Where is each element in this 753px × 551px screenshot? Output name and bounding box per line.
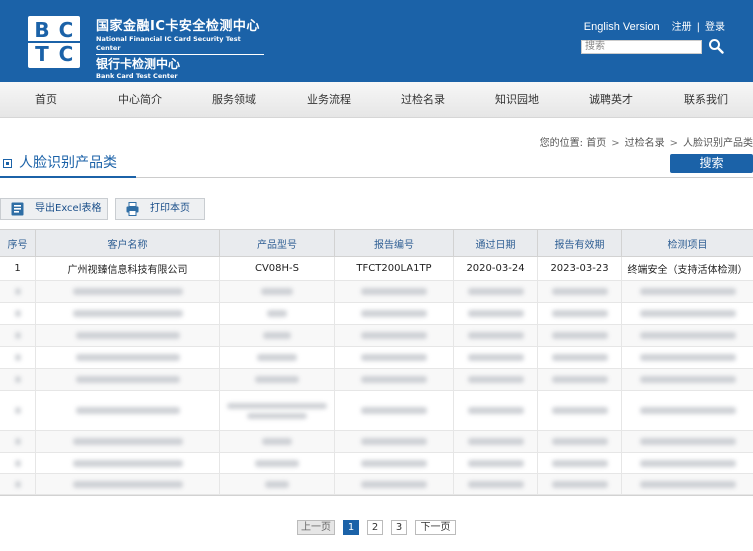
breadcrumb-separator: > (669, 138, 678, 149)
top-links: English Version 注册 | 登录 (584, 18, 725, 33)
print-icon (126, 202, 139, 216)
logo-divider (28, 41, 80, 43)
table-row-redacted (0, 474, 753, 495)
export-excel-label: 导出Excel表格 (35, 203, 102, 214)
logo-letter: B (34, 18, 50, 42)
org-name: 国家金融IC卡安全检测中心 National Financial IC Card… (96, 19, 264, 80)
logo-letter: C (58, 42, 74, 66)
search-icon[interactable] (708, 38, 724, 54)
page-title: 人脸识别产品类 (19, 155, 117, 171)
page-1-button[interactable]: 1 (343, 520, 359, 535)
center-name-cn: 银行卡检测中心 (96, 57, 181, 71)
login-link[interactable]: 登录 (705, 22, 725, 33)
breadcrumb-item-home[interactable]: 首页 (586, 138, 606, 149)
section-bullet-icon (3, 159, 12, 168)
nav-item-services[interactable]: 服务领域 (194, 82, 274, 118)
table-header-row: 序号 客户名称 产品型号 报告编号 通过日期 报告有效期 检测项目 (0, 229, 753, 257)
cell-pass-date: 2020-03-24 (453, 257, 537, 280)
breadcrumb-separator: > (611, 138, 620, 149)
next-page-button[interactable]: 下一页 (415, 520, 456, 535)
table-row: 1 广州视臻信息科技有限公司 CV08H-S TFCT200LA1TP 2020… (0, 257, 753, 281)
cell-valid-until: 2023-03-23 (537, 257, 621, 280)
section-header: 人脸识别产品类 (0, 152, 136, 178)
center-name-en: Bank Card Test Center (96, 72, 178, 80)
main-nav: 首页 中心简介 服务领域 业务流程 过检名录 知识园地 诚聘英才 联系我们 (0, 82, 753, 118)
nav-item-contact[interactable]: 联系我们 (666, 82, 746, 118)
print-label: 打印本页 (150, 203, 190, 214)
table-row-redacted (0, 303, 753, 325)
nav-item-careers[interactable]: 诚聘英才 (571, 82, 651, 118)
nav-item-process[interactable]: 业务流程 (289, 82, 369, 118)
register-link[interactable]: 注册 (672, 22, 692, 33)
breadcrumb: 您的位置: 首页 > 过检名录 > 人脸识别产品类 (540, 134, 753, 149)
bctc-logo[interactable]: B C T C (28, 16, 80, 68)
nav-item-home[interactable]: 首页 (6, 82, 86, 118)
col-header-report: 报告编号 (334, 230, 453, 256)
link-divider: | (696, 22, 700, 33)
table-bottom-border (0, 495, 753, 496)
search-input[interactable]: 搜索 (581, 40, 702, 54)
col-header-model: 产品型号 (219, 230, 334, 256)
breadcrumb-prefix: 您的位置: (539, 138, 584, 149)
org-name-cn: 国家金融IC卡安全检测中心 (96, 19, 260, 34)
col-header-valid-until: 报告有效期 (537, 230, 621, 256)
table-row-redacted (0, 431, 753, 453)
col-header-customer: 客户名称 (35, 230, 219, 256)
cell-model: CV08H-S (219, 257, 334, 280)
logo-letter: C (58, 18, 74, 42)
table-row-redacted (0, 281, 753, 303)
cell-index: 1 (14, 263, 21, 274)
cell-customer: 广州视臻信息科技有限公司 (35, 257, 219, 280)
nav-item-certified-list[interactable]: 过检名录 (383, 82, 463, 118)
table-row-redacted (0, 369, 753, 391)
cell-test-item: 终端安全（支持活体检测） (621, 257, 753, 280)
col-header-index: 序号 (7, 239, 28, 251)
export-excel-button[interactable]: 导出Excel表格 (0, 198, 108, 220)
excel-icon (11, 202, 24, 216)
org-name-en: National Financial IC Card Security Test… (96, 35, 264, 55)
table-row-redacted (0, 325, 753, 347)
site-header: B C T C 国家金融IC卡安全检测中心 National Financial… (0, 0, 753, 82)
table-row-redacted (0, 391, 753, 431)
table-row-redacted (0, 347, 753, 369)
logo-letter: T (35, 42, 49, 66)
print-button[interactable]: 打印本页 (115, 198, 205, 220)
prev-page-button[interactable]: 上一页 (297, 520, 335, 535)
table-row-redacted (0, 453, 753, 474)
nav-item-about[interactable]: 中心简介 (100, 82, 180, 118)
page-2-button[interactable]: 2 (367, 520, 383, 535)
col-header-pass-date: 通过日期 (453, 230, 537, 256)
search-button[interactable]: 搜索 (670, 154, 753, 173)
cell-report: TFCT200LA1TP (334, 257, 453, 280)
page-3-button[interactable]: 3 (391, 520, 407, 535)
col-header-test-item: 检测项目 (621, 230, 753, 256)
breadcrumb-item-current: 人脸识别产品类 (683, 138, 753, 149)
english-version-link[interactable]: English Version (584, 21, 660, 33)
breadcrumb-item-list[interactable]: 过检名录 (625, 138, 665, 149)
nav-item-knowledge[interactable]: 知识园地 (477, 82, 557, 118)
